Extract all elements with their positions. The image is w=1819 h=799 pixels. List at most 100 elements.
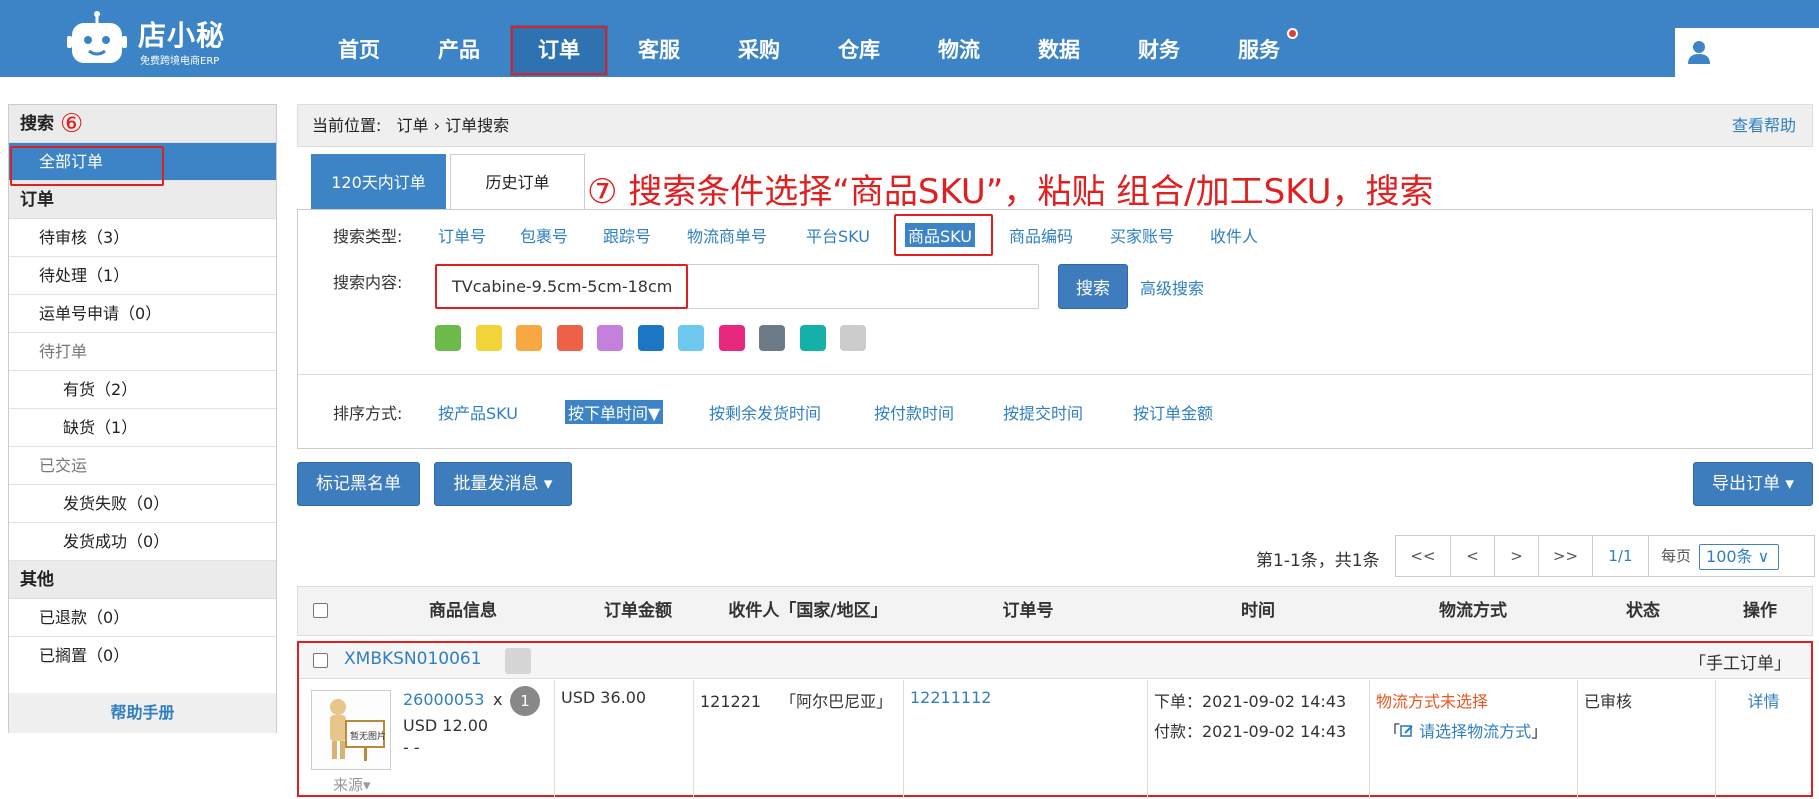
order-amount: USD 36.00 [561, 688, 647, 707]
logistics-status: 物流方式未选择 [1376, 692, 1489, 711]
table-header: 商品信息 订单金额 收件人「国家/地区」 订单号 时间 物流方式 状态 操作 [297, 586, 1813, 636]
user-menu[interactable] [1675, 28, 1819, 77]
nav-data[interactable]: 数据 [1014, 0, 1104, 77]
cell-actions: 详情 [1716, 680, 1811, 797]
search-content-label: 搜索内容: [333, 273, 403, 292]
page-first[interactable]: << [1396, 536, 1451, 576]
robot-logo-icon [67, 11, 127, 63]
source-dropdown[interactable]: 来源▾ [333, 774, 371, 795]
search-input[interactable] [435, 264, 1039, 309]
sidebar-item-all-orders[interactable]: 全部订单 [9, 143, 276, 181]
view-help-link[interactable]: 查看帮助 [1732, 105, 1796, 146]
sidebar-item-ship-failed[interactable]: 发货失败（0） [9, 485, 276, 523]
search-type-package-no[interactable]: 包裹号 [520, 223, 568, 247]
pagination: << < > >> 1/1 每页 100条 ∨ [1395, 535, 1815, 577]
order-type: 「手工订单」 [1689, 654, 1791, 674]
cell-status: 已审核 [1578, 680, 1716, 797]
sidebar-item-in-stock[interactable]: 有货（2） [9, 371, 276, 409]
order-status: 已审核 [1584, 692, 1633, 711]
search-type-order-no[interactable]: 订单号 [438, 223, 486, 247]
search-type-tracking-no[interactable]: 跟踪号 [603, 223, 651, 247]
color-tag-swatch[interactable] [435, 325, 461, 351]
order-checkbox[interactable] [313, 653, 328, 668]
sidebar-item-pending[interactable]: 待处理（1） [9, 257, 276, 295]
sidebar-item-out-of-stock[interactable]: 缺货（1） [9, 409, 276, 447]
search-type-recipient[interactable]: 收件人 [1210, 223, 1258, 247]
sidebar-item-waybill-apply[interactable]: 运单号申请（0） [9, 295, 276, 333]
select-all-checkbox[interactable] [313, 603, 328, 618]
color-tag-swatch[interactable] [759, 325, 785, 351]
color-tag-swatch[interactable] [516, 325, 542, 351]
order-id-link[interactable]: XMBKSN010061 [344, 649, 482, 669]
help-manual-link[interactable]: 帮助手册 [9, 693, 276, 733]
color-tag-swatch[interactable] [597, 325, 623, 351]
nav-finance[interactable]: 财务 [1114, 0, 1204, 77]
product-extra: - - [403, 738, 420, 757]
sidebar-item-on-hold[interactable]: 已搁置（0） [9, 637, 276, 675]
cell-product-info: 暂无图片 26000053 x 1 USD 12.00 - - 来源▾ [299, 680, 555, 797]
export-orders-button[interactable]: 导出订单 ▾ [1693, 462, 1813, 506]
color-tag-swatch[interactable] [799, 325, 826, 351]
color-tag-swatch[interactable] [840, 325, 866, 351]
search-type-product-code[interactable]: 商品编码 [1009, 223, 1073, 247]
sort-by-order-time[interactable]: 按下单时间▼ [565, 400, 664, 424]
color-tag-swatch[interactable] [718, 325, 745, 351]
search-type-platform-sku[interactable]: 平台SKU [806, 223, 870, 247]
col-actions: 操作 [1743, 601, 1777, 621]
tab-120-days[interactable]: 120天内订单 [311, 154, 446, 210]
search-button[interactable]: 搜索 [1058, 264, 1128, 309]
sidebar-item-to-print[interactable]: 待打单 [9, 333, 276, 371]
sort-by-amount[interactable]: 按订单金额 [1133, 400, 1213, 424]
product-image-placeholder[interactable]: 暂无图片 [311, 690, 391, 770]
page-last[interactable]: >> [1539, 536, 1593, 576]
tag-placeholder-icon[interactable] [505, 648, 531, 674]
cell-amount: USD 36.00 [555, 680, 694, 797]
color-tag-swatch[interactable] [556, 325, 583, 351]
logo[interactable]: 店小秘 免费跨境电商ERP [66, 8, 246, 68]
pagination-info: 第1-1条，共1条 [1256, 551, 1380, 571]
color-tag-swatch[interactable] [637, 325, 664, 351]
nav-orders[interactable]: 订单 [510, 25, 608, 76]
breadcrumb-path: 订单 › 订单搜索 [396, 116, 510, 135]
order-number-link[interactable]: 12211112 [910, 688, 991, 707]
tab-history[interactable]: 历史订单 [450, 154, 585, 210]
mark-blacklist-button[interactable]: 标记黑名单 [297, 462, 420, 506]
product-sku-link[interactable]: 26000053 [403, 690, 484, 709]
search-type-carrier-no[interactable]: 物流商单号 [687, 223, 767, 247]
cell-time: 下单：2021-09-02 14:43 付款：2021-09-02 14:43 [1148, 680, 1370, 797]
col-product-info: 商品信息 [429, 601, 497, 621]
nav-home[interactable]: 首页 [314, 0, 404, 77]
page-prev[interactable]: < [1451, 536, 1495, 576]
batch-message-button[interactable]: 批量发消息 ▾ [434, 462, 572, 506]
sidebar-item-ship-success[interactable]: 发货成功（0） [9, 523, 276, 561]
sidebar-item-shipped[interactable]: 已交运 [9, 447, 276, 485]
sort-by-pay-time[interactable]: 按付款时间 [874, 400, 954, 424]
advanced-search-link[interactable]: 高级搜索 [1140, 275, 1204, 299]
choose-logistics[interactable]: 「 请选择物流方式」 [1384, 718, 1571, 742]
sort-by-submit-time[interactable]: 按提交时间 [1003, 400, 1083, 424]
page-next[interactable]: > [1495, 536, 1539, 576]
per-page-select[interactable]: 100条 ∨ [1699, 543, 1780, 570]
color-tag-swatch[interactable] [678, 325, 704, 351]
color-tag-swatch[interactable] [475, 325, 502, 351]
sidebar-item-refunded[interactable]: 已退款（0） [9, 599, 276, 637]
sidebar-search-heading: 搜索 [20, 114, 54, 134]
order-time: 下单：2021-09-02 14:43 [1154, 692, 1347, 711]
nav-warehouse[interactable]: 仓库 [814, 0, 904, 77]
nav-products[interactable]: 产品 [414, 0, 504, 77]
unit-price: USD 12.00 [403, 716, 489, 735]
choose-logistics-link[interactable]: 请选择物流方式 [1419, 722, 1531, 741]
details-link[interactable]: 详情 [1747, 692, 1779, 711]
col-amount: 订单金额 [604, 601, 672, 621]
col-status: 状态 [1626, 601, 1660, 621]
search-type-label: 搜索类型: [333, 227, 403, 246]
sidebar-item-pending-review[interactable]: 待审核（3） [9, 219, 276, 257]
nav-purchase[interactable]: 采购 [714, 0, 804, 77]
nav-service[interactable]: 客服 [614, 0, 704, 77]
search-type-product-sku[interactable]: 商品SKU [905, 223, 975, 247]
divider [298, 374, 1812, 375]
search-type-buyer-account[interactable]: 买家账号 [1110, 223, 1174, 247]
sort-by-sku[interactable]: 按产品SKU [438, 400, 518, 424]
sort-by-remaining-ship-time[interactable]: 按剩余发货时间 [709, 400, 821, 424]
nav-logistics[interactable]: 物流 [914, 0, 1004, 77]
